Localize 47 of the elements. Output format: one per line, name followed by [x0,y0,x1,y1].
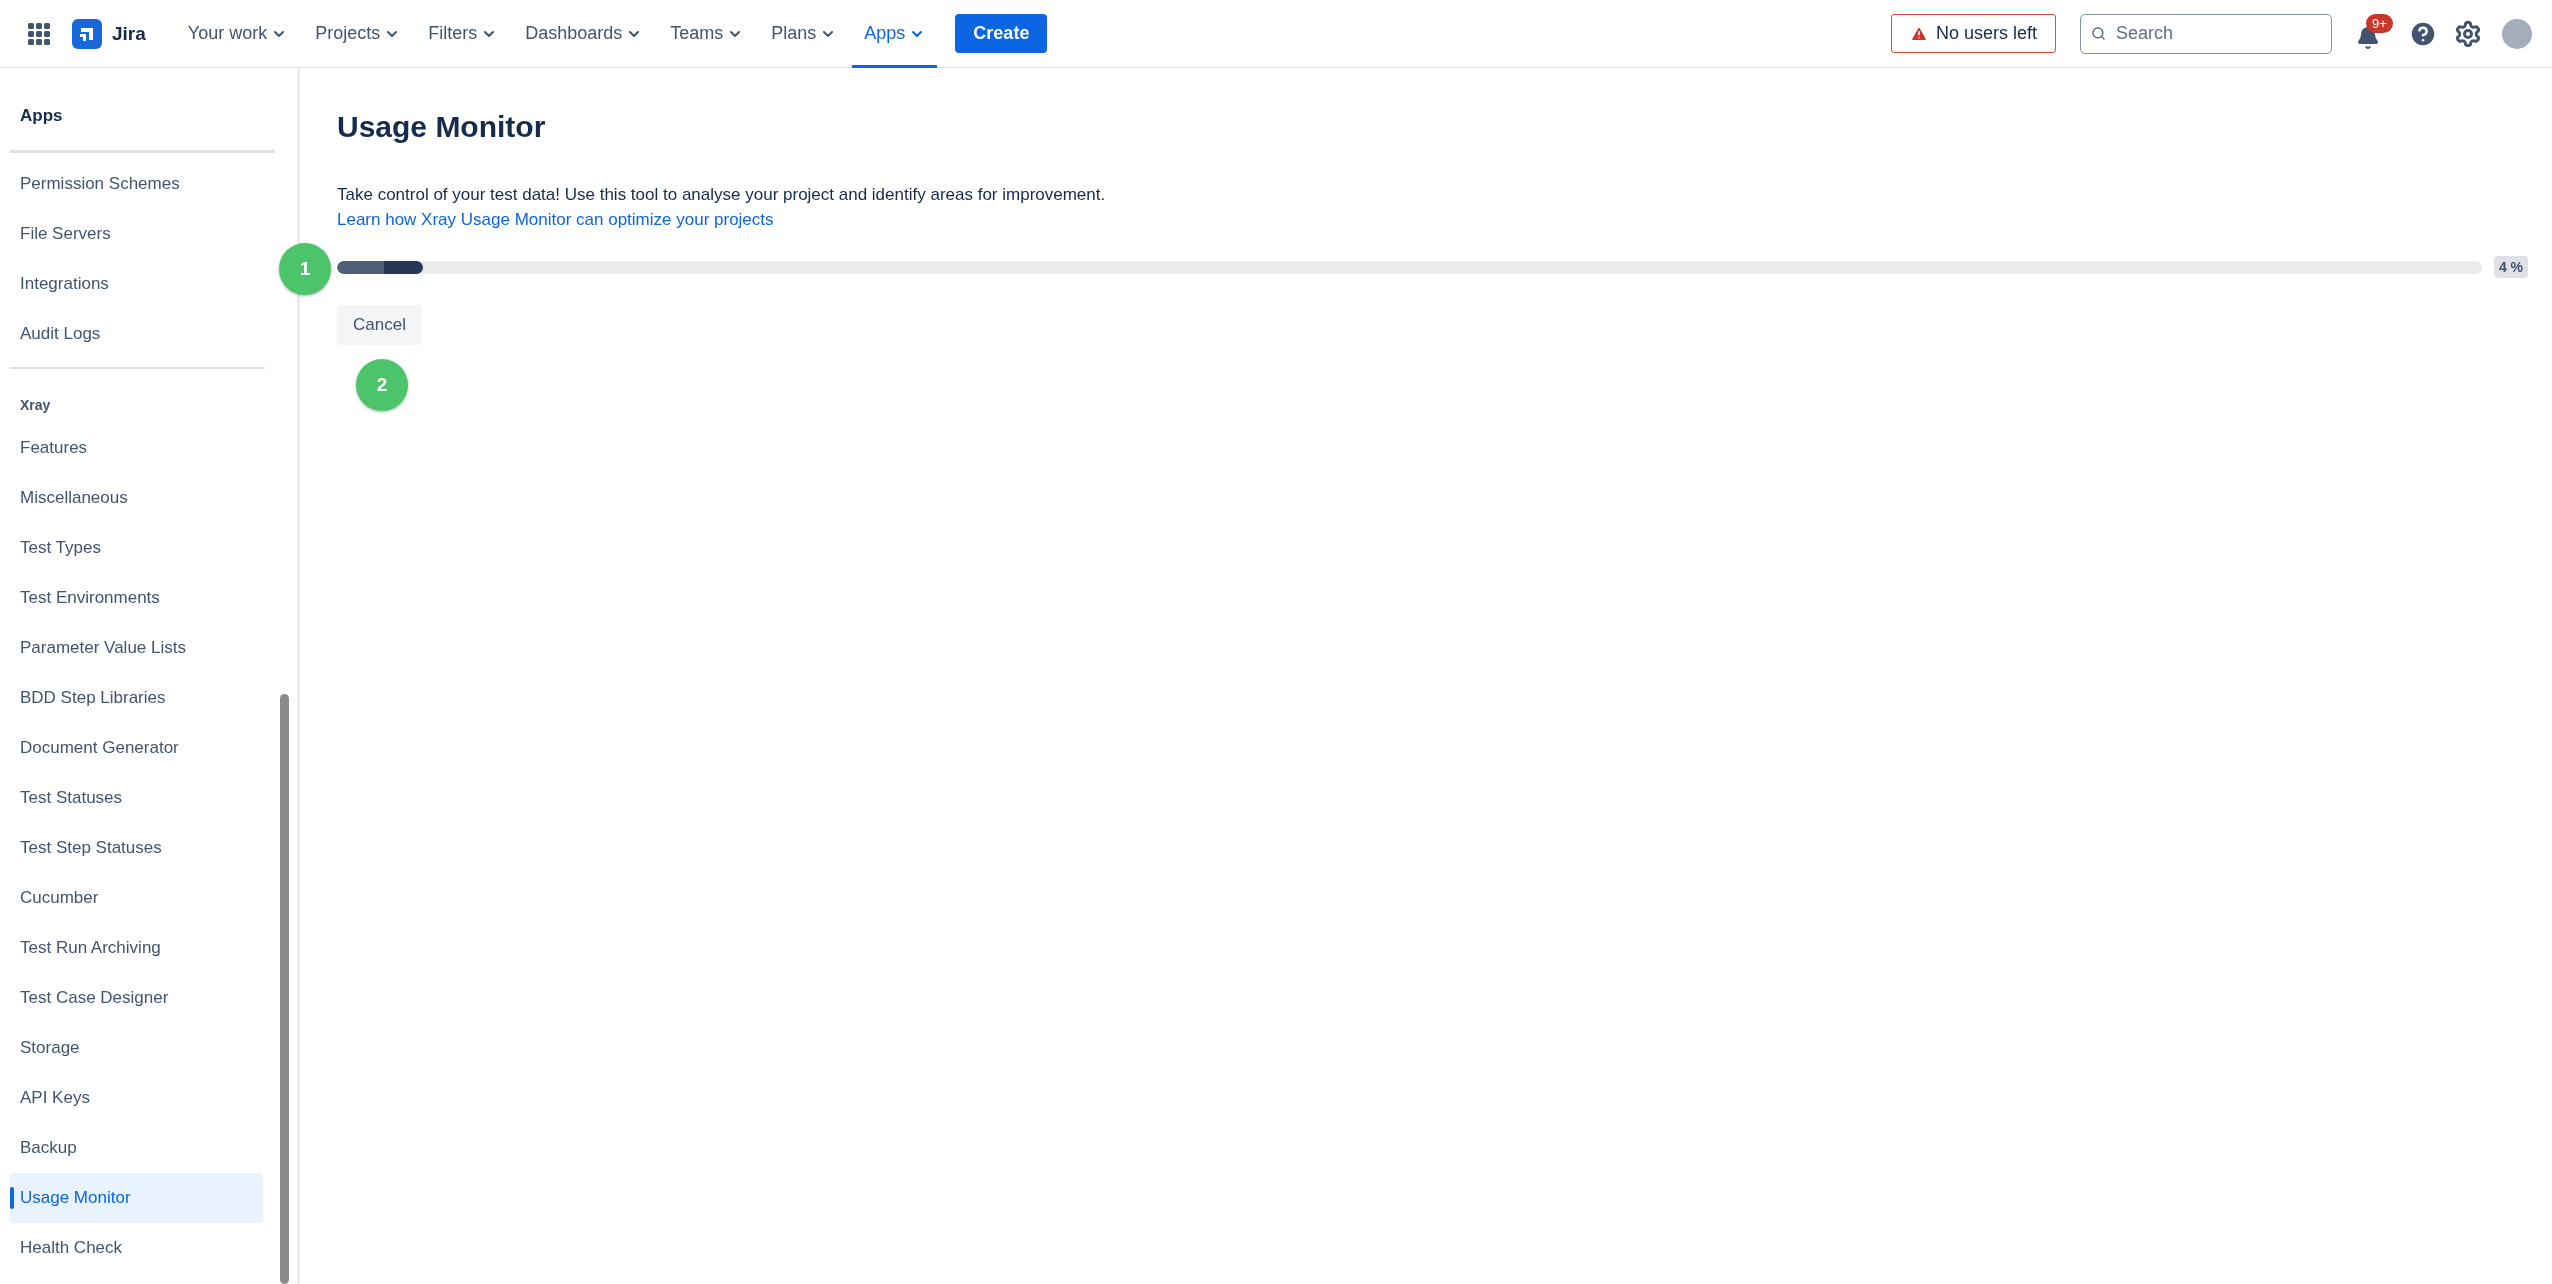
search-field[interactable]: Search [2080,13,2332,54]
sidebar-item[interactable]: Backup [10,1123,263,1173]
sidebar-item[interactable]: Storage [10,1023,263,1073]
step-marker: 2 [356,359,408,411]
sidebar-item[interactable]: Usage Monitor [10,1173,263,1223]
cancel-button[interactable]: Cancel [337,305,422,345]
sidebar-item[interactable]: Test Types [10,523,263,573]
alert-button[interactable]: No users left [1890,14,2056,53]
progress-percent: 4 % [2493,256,2528,278]
sidebar-item[interactable]: Miscellaneous [10,473,263,523]
sidebar-item[interactable]: BDD Step Libraries [10,673,263,723]
settings-icon [2454,19,2482,48]
nav-tab[interactable]: Plans [759,0,849,68]
sidebar-item[interactable]: Document Generator [10,723,263,773]
notification-badge: 9+ [2366,13,2393,33]
product-name: Jira [112,22,146,45]
notifications-button[interactable]: 9+ [2350,13,2398,54]
sidebar-item[interactable]: Parameter Value Lists [10,623,263,673]
sidebar-item[interactable]: Test Step Statuses [10,823,263,873]
page-title: Usage Monitor [337,110,547,144]
description-text: Take control of your test data! Use this tool to analyse your project and identify areas for improvement. [337,184,1107,206]
nav-tab[interactable]: Filters [416,0,510,68]
logo-icon [72,18,102,49]
sidebar-item[interactable]: Cucumber [10,873,263,923]
nav-tab[interactable]: Your work [175,0,300,68]
app-grid-icon[interactable] [28,22,50,45]
sidebar-item[interactable]: API Keys [10,1073,263,1123]
step-marker: 1 [279,243,331,295]
nav-tab[interactable]: Teams [658,0,756,68]
sidebar-item[interactable]: Integrations [10,259,263,309]
create-button[interactable]: Create [955,14,1048,53]
sidebar-item[interactable]: Test Statuses [10,773,263,823]
sidebar-item[interactable]: Audit Logs [10,309,263,359]
search-icon [2091,25,2106,42]
sidebar-item[interactable]: Test Case Designer [10,973,263,1023]
nav-tab[interactable]: Dashboards [513,0,655,68]
sidebar-title: Apps [10,68,275,153]
nav-tab[interactable]: Projects [303,0,413,68]
nav-tab[interactable]: Apps [852,0,938,68]
sidebar-item[interactable]: Test Environments [10,573,263,623]
sidebar-item[interactable]: Features [10,423,263,473]
sidebar-section-heading: Xray [10,367,265,423]
sidebar-item[interactable]: Health Check [10,1223,263,1273]
sidebar-item[interactable]: File Servers [10,209,263,259]
sidebar-item[interactable]: Test Run Archiving [10,923,263,973]
help-link[interactable]: Learn how Xray Usage Monitor can optimize your projects [337,210,774,229]
sidebar-item[interactable]: Permission Schemes [10,159,263,209]
